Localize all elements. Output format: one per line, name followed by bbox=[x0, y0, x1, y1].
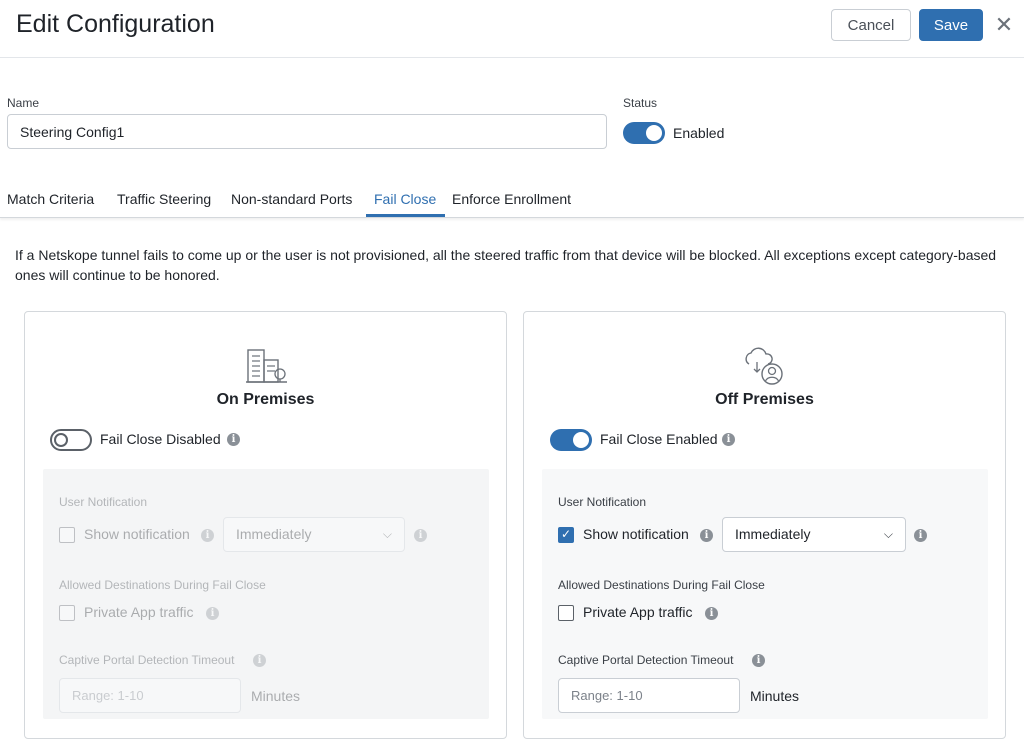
fail-close-description: If a Netskope tunnel fails to come up or… bbox=[15, 247, 997, 283]
minutes-label: Minutes bbox=[750, 688, 800, 704]
notification-timing-select[interactable]: Immediately ⌵ bbox=[722, 517, 906, 552]
toggle-knob bbox=[646, 125, 662, 141]
tab-fail-close[interactable]: Fail Close bbox=[374, 191, 436, 207]
fail-close-settings-panel: User Notification ✓ Show notification i … bbox=[542, 469, 988, 719]
timeout-label: Captive Portal Detection Timeout bbox=[558, 653, 734, 667]
user-notification-label: User Notification bbox=[59, 495, 148, 509]
status-text: Enabled bbox=[673, 125, 725, 141]
info-icon[interactable]: i bbox=[227, 433, 240, 446]
info-icon[interactable]: i bbox=[414, 529, 427, 542]
save-button[interactable]: Save bbox=[919, 9, 983, 41]
chevron-down-icon: ⌵ bbox=[382, 527, 392, 541]
name-label: Name bbox=[7, 96, 40, 110]
private-app-label: Private App traffic bbox=[583, 604, 693, 620]
timeout-input[interactable] bbox=[558, 678, 740, 713]
card-title: Off Premises bbox=[715, 391, 814, 408]
close-icon[interactable]: ✕ bbox=[994, 14, 1014, 36]
tab-traffic-steering[interactable]: Traffic Steering bbox=[117, 191, 211, 207]
info-icon[interactable]: i bbox=[705, 607, 718, 620]
tab-match-criteria[interactable]: Match Criteria bbox=[7, 191, 94, 207]
tab-bar: Match Criteria Traffic Steering Non-stan… bbox=[0, 186, 1024, 218]
user-notification-label: User Notification bbox=[558, 495, 647, 509]
info-icon[interactable]: i bbox=[914, 529, 927, 542]
info-icon[interactable]: i bbox=[700, 529, 713, 542]
fail-close-toggle[interactable] bbox=[50, 429, 92, 451]
fail-close-settings-panel: User Notification Show notification i Im… bbox=[43, 469, 489, 719]
show-notification-label: Show notification bbox=[583, 526, 689, 542]
fail-close-toggle[interactable] bbox=[550, 429, 592, 451]
private-app-checkbox[interactable] bbox=[558, 605, 574, 621]
on-premises-card: On Premises Fail Close Disabled i User N… bbox=[24, 311, 507, 739]
card-title: On Premises bbox=[216, 391, 315, 408]
chevron-down-icon: ⌵ bbox=[883, 527, 893, 541]
show-notification-label: Show notification bbox=[84, 526, 190, 542]
cloud-user-icon bbox=[743, 346, 787, 386]
active-tab-indicator bbox=[366, 214, 445, 217]
off-premises-card: Off Premises Fail Close Enabled i User N… bbox=[523, 311, 1006, 739]
status-label: Status bbox=[623, 96, 658, 110]
info-icon[interactable]: i bbox=[253, 654, 266, 667]
tab-non-standard-ports[interactable]: Non-standard Ports bbox=[231, 191, 352, 207]
notification-timing-select[interactable]: Immediately ⌵ bbox=[223, 517, 405, 552]
building-icon bbox=[245, 346, 289, 386]
info-icon[interactable]: i bbox=[206, 607, 219, 620]
allowed-destinations-label: Allowed Destinations During Fail Close bbox=[558, 578, 765, 592]
status-toggle[interactable] bbox=[623, 122, 665, 144]
toggle-knob bbox=[54, 433, 68, 447]
toggle-knob bbox=[573, 432, 589, 448]
info-icon[interactable]: i bbox=[201, 529, 214, 542]
private-app-label: Private App traffic bbox=[84, 604, 194, 620]
allowed-destinations-label: Allowed Destinations During Fail Close bbox=[59, 578, 266, 592]
tab-enforce-enrollment[interactable]: Enforce Enrollment bbox=[452, 191, 571, 207]
dialog-header: Edit Configuration Cancel Save ✕ bbox=[0, 0, 1024, 58]
show-notification-checkbox[interactable]: ✓ bbox=[558, 527, 574, 543]
page-title: Edit Configuration bbox=[16, 10, 215, 38]
info-icon[interactable]: i bbox=[752, 654, 765, 667]
name-input[interactable] bbox=[7, 114, 607, 149]
private-app-checkbox[interactable] bbox=[59, 605, 75, 621]
info-icon[interactable]: i bbox=[722, 433, 735, 446]
fail-close-label: Fail Close Enabled bbox=[600, 431, 718, 447]
select-value: Immediately bbox=[735, 526, 811, 542]
timeout-input[interactable] bbox=[59, 678, 241, 713]
cancel-button[interactable]: Cancel bbox=[831, 9, 911, 41]
show-notification-checkbox[interactable] bbox=[59, 527, 75, 543]
minutes-label: Minutes bbox=[251, 688, 301, 704]
timeout-label: Captive Portal Detection Timeout bbox=[59, 653, 235, 667]
fail-close-label: Fail Close Disabled bbox=[100, 431, 221, 447]
select-value: Immediately bbox=[236, 526, 312, 542]
